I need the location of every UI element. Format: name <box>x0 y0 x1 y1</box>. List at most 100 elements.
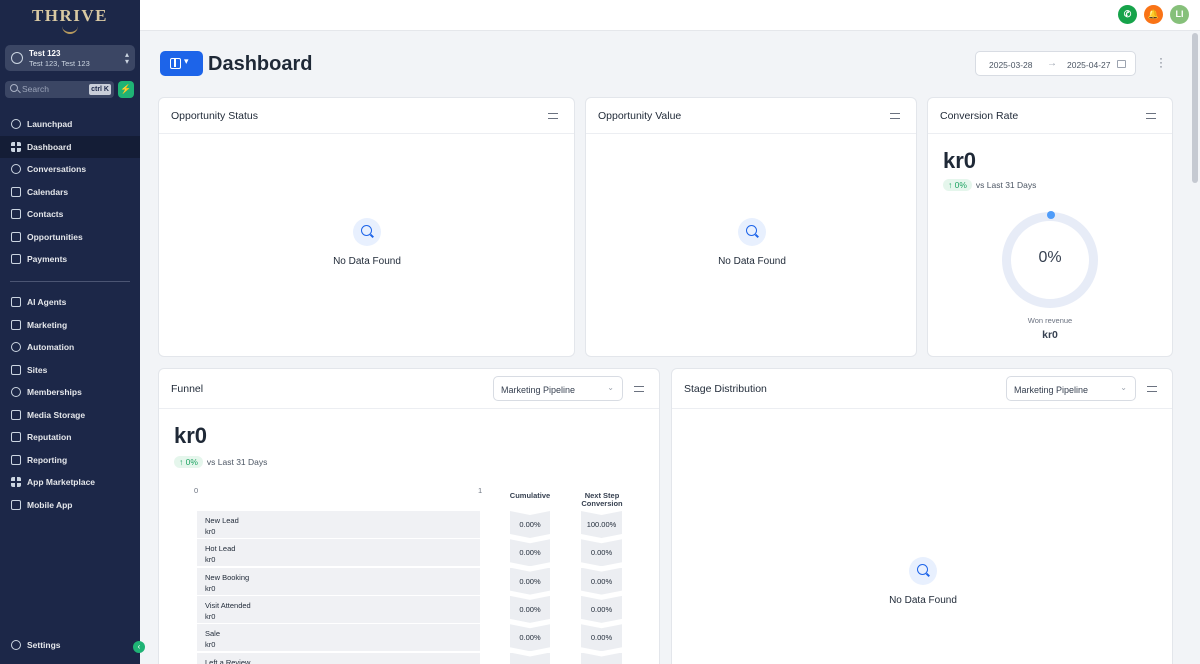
card-header: Opportunity Value <box>586 98 916 134</box>
next-step-cell: 0.00% <box>581 624 622 651</box>
sidebar-item-label: Sites <box>27 365 48 375</box>
funnel-row: New Lead kr0 <box>197 511 480 538</box>
empty-state-text: No Data Found <box>333 256 401 267</box>
next-step-cell: 100.00% <box>581 511 622 538</box>
next-step-cell: 0.00% <box>581 568 622 595</box>
search-input[interactable]: Search ctrl K <box>5 81 114 98</box>
account-icon <box>11 52 23 64</box>
chevron-down-icon: ⌄ <box>607 383 614 392</box>
sidebar-item-media-storage[interactable]: Media Storage <box>0 404 140 426</box>
account-subtitle: Test 123, Test 123 <box>29 59 90 68</box>
sidebar: THRIVE Test 123 Test 123, Test 123 ▴ ▾ Se… <box>0 0 145 664</box>
top-bar: ✆ 🔔 LI <box>140 0 1200 31</box>
opportunity-status-card: Opportunity Status No Data Found <box>158 97 575 357</box>
chevron-up-down-icon: ▴ ▾ <box>124 50 129 66</box>
filter-icon[interactable] <box>1147 384 1157 394</box>
sidebar-item-label: Marketing <box>27 320 68 330</box>
search-placeholder: Search <box>22 84 49 94</box>
select-value: Marketing Pipeline <box>501 385 576 395</box>
opportunity-value-card: Opportunity Value No Data Found <box>585 97 917 357</box>
sidebar-item-label: Media Storage <box>27 410 86 420</box>
filter-icon[interactable] <box>890 111 900 121</box>
funnel-stage: Sale kr0 <box>205 628 220 650</box>
quick-action-button[interactable]: ⚡ <box>118 81 134 98</box>
sidebar-item-reputation[interactable]: Reputation <box>0 426 140 448</box>
filter-icon[interactable] <box>1146 111 1156 121</box>
empty-state: No Data Found <box>297 218 437 267</box>
conversion-donut: 0% <box>1002 212 1098 308</box>
sidebar-item-app-marketplace[interactable]: App Marketplace <box>0 471 140 493</box>
won-revenue-label: Won revenue <box>1027 316 1073 325</box>
stage-pipeline-select[interactable]: Marketing Pipeline ⌄ <box>1006 376 1136 401</box>
sidebar-item-label: Opportunities <box>27 232 83 242</box>
sidebar-item-label: Calendars <box>27 187 69 197</box>
funnel-stage-name: Hot Lead <box>205 544 236 554</box>
sidebar-item-mobile-app[interactable]: Mobile App <box>0 494 140 516</box>
funnel-stage-name: New Lead <box>205 516 239 525</box>
account-switcher[interactable]: Test 123 Test 123, Test 123 ▴ ▾ <box>5 45 135 71</box>
sidebar-item-contacts[interactable]: Contacts <box>0 203 140 225</box>
filter-icon[interactable] <box>634 384 644 394</box>
sidebar-item-opportunities[interactable]: Opportunities <box>0 226 140 248</box>
trend-icon <box>11 455 21 465</box>
badge-icon <box>11 387 21 397</box>
phone-button[interactable]: ✆ <box>1118 5 1137 24</box>
cumulative-header: Cumulative <box>509 491 551 500</box>
sidebar-item-label: Conversations <box>27 164 87 174</box>
more-options-button[interactable]: · · · <box>1156 52 1166 72</box>
sidebar-item-label: Contacts <box>27 209 64 219</box>
sidebar-item-label: Memberships <box>27 387 82 397</box>
user-avatar[interactable]: LI <box>1170 5 1189 24</box>
sidebar-item-payments[interactable]: Payments <box>0 248 140 270</box>
calendar-icon <box>1117 60 1126 68</box>
date-from: 2025-03-28 <box>989 60 1033 70</box>
funnel-pipeline-select[interactable]: Marketing Pipeline ⌄ <box>493 376 623 401</box>
funnel-trend: ↑ 0% vs Last 31 Days <box>174 456 267 468</box>
lightning-icon: ⚡ <box>120 84 132 94</box>
funnel-stage: Hot Lead kr0 <box>205 543 235 565</box>
funnel-stage-value: kr0 <box>205 555 216 565</box>
trend-compare: vs Last 31 Days <box>206 457 268 467</box>
card-header: Conversion Rate <box>928 98 1172 134</box>
sidebar-item-automation[interactable]: Automation <box>0 336 140 358</box>
sidebar-item-settings[interactable]: Settings <box>0 634 140 656</box>
funnel-stage-name: Visit Attended <box>205 600 251 610</box>
sidebar-item-ai-agents[interactable]: AI Agents <box>0 291 140 313</box>
logo-ornament <box>62 24 78 34</box>
funnel-row: Left a Review <box>197 652 480 664</box>
card-header: Funnel Marketing Pipeline ⌄ <box>159 369 659 409</box>
sidebar-item-reporting[interactable]: Reporting <box>0 449 140 471</box>
sidebar-item-memberships[interactable]: Memberships <box>0 381 140 403</box>
sidebar-item-launchpad[interactable]: Launchpad <box>0 113 140 135</box>
notifications-button[interactable]: 🔔 <box>1144 5 1163 24</box>
send-icon <box>11 320 21 330</box>
funnel-stage-value: kr0 <box>205 640 216 650</box>
date-range-picker[interactable]: 2025-03-28 → 2025-04-27 <box>975 51 1136 76</box>
sidebar-item-marketing[interactable]: Marketing <box>0 314 140 336</box>
card-title: Conversion Rate <box>940 110 1019 122</box>
opportunities-icon <box>11 232 21 242</box>
filter-icon[interactable] <box>548 111 558 121</box>
axis-min-label: 0 <box>194 486 199 495</box>
next-step-header-line2: Conversion <box>581 499 623 508</box>
funnel-stage: New Booking kr0 <box>205 572 249 594</box>
gear-icon <box>11 640 21 650</box>
search-icon <box>738 218 766 246</box>
sidebar-item-label: Reputation <box>27 432 72 442</box>
sidebar-item-conversations[interactable]: Conversations <box>0 158 140 180</box>
won-revenue-value: kr0 <box>1042 329 1058 341</box>
sidebar-item-calendars[interactable]: Calendars <box>0 181 140 203</box>
collapse-sidebar-button[interactable]: ‹ <box>133 641 145 653</box>
cumulative-cell: 0.00% <box>510 539 550 566</box>
funnel-stage-value: kr0 <box>205 583 216 593</box>
sidebar-item-dashboard[interactable]: Dashboard <box>0 136 140 158</box>
conversion-trend: ↑ 0% vs Last 31 Days <box>943 179 1036 191</box>
sidebar-item-label: Dashboard <box>27 142 72 152</box>
sidebar-item-sites[interactable]: Sites <box>0 359 140 381</box>
trend-compare: vs Last 31 Days <box>975 180 1037 190</box>
card-title: Opportunity Status <box>171 110 258 122</box>
funnel-stage: Left a Review <box>205 657 250 664</box>
dashboard-switcher-button[interactable]: ▾ <box>160 51 203 76</box>
cumulative-cell: 0.00% <box>510 596 550 623</box>
page-scrollbar[interactable] <box>1192 33 1198 183</box>
